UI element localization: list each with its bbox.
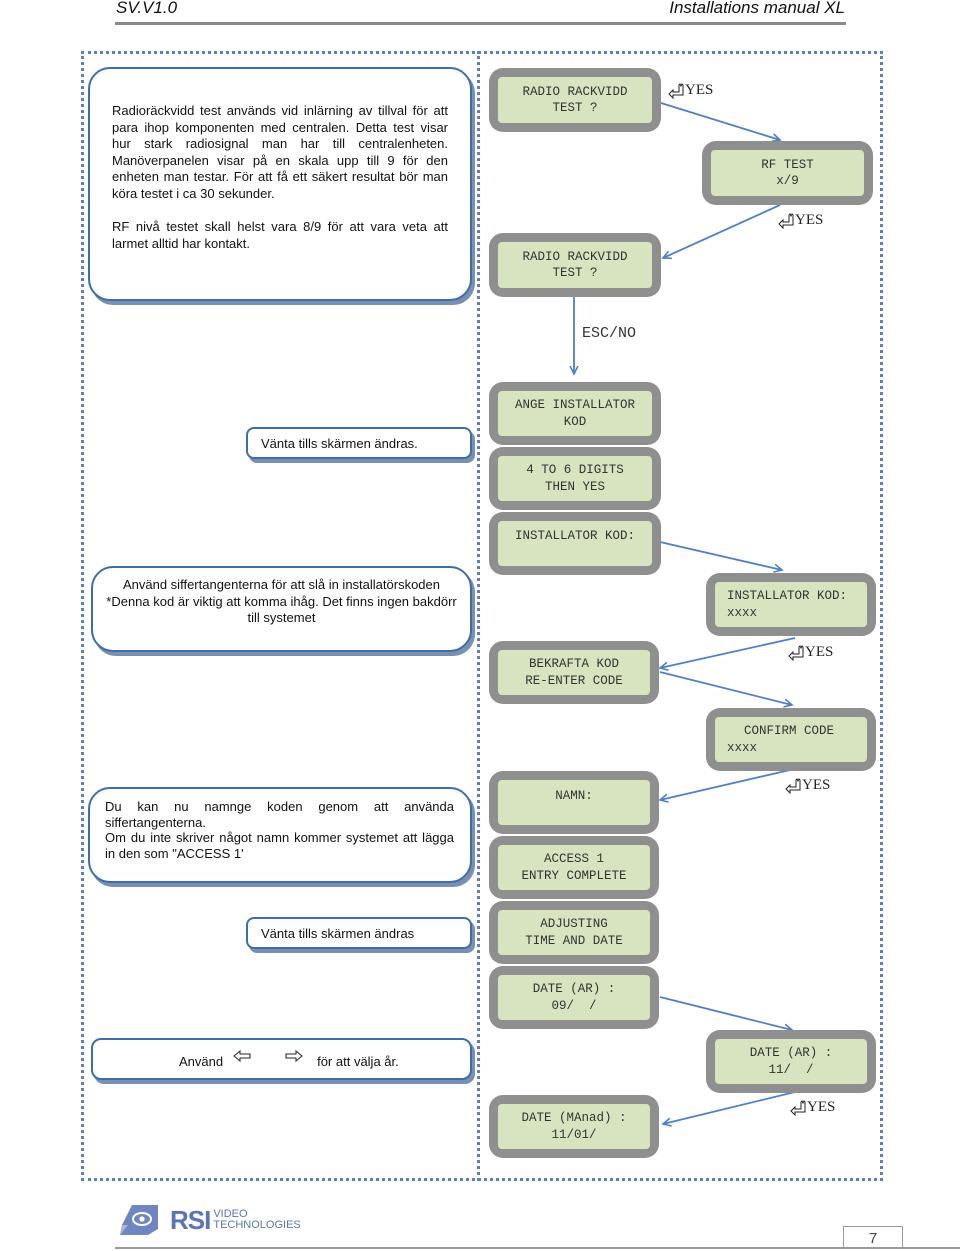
lcd-line: INSTALLATOR KOD: [727,589,848,603]
yes-text: YES [795,212,824,228]
lcd-line: RADIO RACKVIDD [522,249,628,264]
document-title: Installations manual XL [669,0,845,17]
lcd-line: 11/ / [768,1062,814,1077]
naming-line1: Du kan nu namnge koden genom att använda… [105,799,454,830]
enter-key-icon [668,83,684,99]
lcd-line: NAMN: [555,789,593,803]
lcd-line: ENTRY COMPLETE [521,868,627,883]
company-logo: RSI VIDEO TECHNOLOGIES [118,1203,301,1237]
enter-key-icon [778,213,794,229]
yes-label: YES [785,777,830,794]
lcd-line: DATE (AR) : [749,1046,833,1060]
year-select-note: Använd för att välja år. [91,1038,472,1080]
lcd-date-month: DATE (MAnad) : 11/01/ [489,1095,659,1158]
wait-note-1: Vänta tills skärmen ändras. [246,427,472,459]
eye-logo-icon [120,1205,158,1235]
left-arrow-key-icon [233,1049,251,1067]
radio-test-info-note: Radioräckvidd test används vid inlärning… [88,67,472,301]
flow-frame-divider [477,51,480,1181]
yes-label: YES [788,644,833,661]
lcd-line: ADJUSTING [540,917,608,931]
yes-text: YES [685,82,714,98]
wait-note-2-text: Vänta tills skärmen ändras [261,926,415,941]
document-version: SV.V1.0 [116,0,178,17]
lcd-line: THEN YES [544,479,605,494]
lcd-line: DATE (AR) : [532,982,616,996]
lcd-line: ANGE INSTALLATOR [514,398,636,412]
lcd-adjusting-time-date: ADJUSTING TIME AND DATE [489,901,659,964]
yes-label: YES [668,82,713,99]
wait-note-1-text: Vänta tills skärmen ändras. [261,436,418,451]
lcd-confirm-code: CONFIRM CODE xxxx [706,708,876,771]
naming-note: Du kan nu namnge koden genom att använda… [88,787,472,883]
lcd-radio-test-2: RADIO RACKVIDD TEST ? [489,233,661,297]
code-entry-line3: till systemet [247,610,316,625]
brand-name: RSI [170,1204,211,1235]
lcd-installator-kod-entered: INSTALLATOR KOD: xxxx [706,573,876,636]
lcd-radio-test-1: RADIO RACKVIDD TEST ? [489,68,661,132]
lcd-line: TEST ? [552,266,598,280]
radio-test-info-p2: RF nivå testet skall helst vara 8/9 för … [112,219,448,251]
enter-key-icon [785,778,801,794]
footer-divider [115,1247,960,1249]
yes-text: YES [805,644,834,660]
lcd-line: xxxx [727,605,758,620]
brand-sub-technologies: TECHNOLOGIES [213,1219,301,1231]
naming-line2: Om du inte skriver något namn kommer sys… [105,830,454,861]
lcd-rf-test: RF TEST x/9 [702,141,873,205]
lcd-line: RE-ENTER CODE [525,673,623,688]
lcd-date-year-09: DATE (AR) : 09/ / [489,966,659,1029]
lcd-ange-installator-kod: ANGE INSTALLATOR KOD [489,382,661,445]
page-number: 7 [843,1226,903,1249]
yes-label: YES [790,1099,835,1116]
code-entry-line1: Använd siffertangenterna för att slå in … [122,577,440,592]
lcd-line: DATE (MAnad) : [521,1111,627,1125]
lcd-line: KOD [563,414,587,429]
yes-text: YES [802,777,831,793]
lcd-line: CONFIRM CODE [744,724,835,738]
year-select-before: Använd [179,1053,224,1069]
yes-label: YES [778,212,823,229]
lcd-line: TIME AND DATE [525,933,623,948]
lcd-line: BEKRAFTA KOD [528,657,619,671]
header-divider [115,22,846,25]
lcd-line: 09/ / [551,998,597,1013]
lcd-line: x/9 [776,174,799,188]
code-entry-note: Använd siffertangenterna för att slå in … [91,566,472,652]
lcd-line: xxxx [727,740,758,755]
lcd-line: RF TEST [761,157,814,172]
code-entry-line2: *Denna kod är viktig att komma ihåg. Det… [106,593,457,609]
lcd-namn: NAMN: [489,771,659,834]
lcd-digits: 4 TO 6 DIGITS THEN YES [489,447,661,510]
year-select-after: för att välja år. [317,1053,399,1069]
right-arrow-key-icon [285,1049,303,1067]
lcd-line: TEST ? [552,101,598,115]
lcd-line: RADIO RACKVIDD [522,84,628,99]
radio-test-info-p1: Radioräckvidd test används vid inlärning… [112,103,448,201]
yes-text: YES [807,1099,836,1115]
enter-key-icon [788,645,804,661]
enter-key-icon [790,1100,806,1116]
lcd-bekrafta-kod: BEKRAFTA KOD RE-ENTER CODE [489,641,659,704]
lcd-line: INSTALLATOR KOD: [514,529,636,543]
lcd-line: ACCESS 1 [543,852,604,866]
esc-no-label: ESC/NO [582,325,637,342]
lcd-line: 11/01/ [551,1127,597,1142]
lcd-line: 4 TO 6 DIGITS [526,463,624,477]
lcd-access-complete: ACCESS 1 ENTRY COMPLETE [489,836,659,899]
wait-note-2: Vänta tills skärmen ändras [246,917,472,949]
lcd-date-year-11: DATE (AR) : 11/ / [706,1030,876,1093]
lcd-installator-kod: INSTALLATOR KOD: [489,512,661,575]
